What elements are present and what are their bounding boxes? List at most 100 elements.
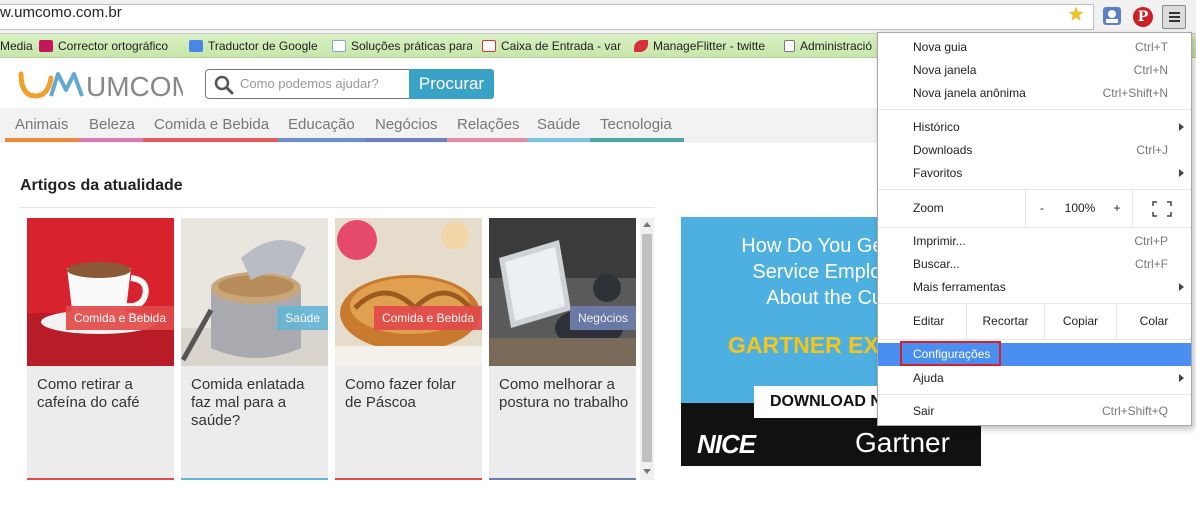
menu-label: Nova janela (913, 63, 977, 77)
card-title[interactable]: Como fazer folar de Páscoa (345, 376, 475, 412)
article-image-bread (335, 218, 482, 366)
zoom-label: Zoom (913, 201, 944, 215)
bookmark-traductor[interactable]: Traductor de Google (189, 37, 329, 55)
bookmark-corrector[interactable]: Corrector ortográfico (39, 37, 179, 55)
menu-label: Nova guia (913, 40, 968, 54)
nav-underline (447, 138, 527, 142)
menu-label: Nova janela anônima (913, 86, 1026, 100)
article-card[interactable]: Comida e Bebida Como fazer folar de Pásc… (335, 218, 482, 480)
menu-item-more-tools[interactable]: Mais ferramentas (878, 276, 1191, 299)
search-box[interactable]: Como podemos ajudar? (205, 69, 410, 99)
section-title: Artigos da atualidade (20, 177, 183, 194)
scroll-down-icon[interactable] (643, 469, 651, 474)
card-tag[interactable]: Comida e Bebida (373, 306, 482, 330)
article-card[interactable]: Comida e Bebida Como retirar a cafeína d… (27, 218, 174, 480)
menu-separator (878, 109, 1191, 110)
scroll-thumb[interactable] (642, 234, 652, 462)
submenu-arrow-icon (1179, 283, 1184, 291)
chrome-menu: Nova guia Ctrl+T Nova janela Ctrl+N Nova… (877, 32, 1192, 426)
menu-shortcut: Ctrl+Shift+Q (1101, 404, 1168, 418)
card-accent (335, 478, 482, 480)
nav-underline (5, 138, 79, 142)
menu-item-new-window[interactable]: Nova janela Ctrl+N (878, 59, 1191, 82)
card-title[interactable]: Comida enlatada faz mal para a saúde? (191, 376, 321, 430)
menu-separator (878, 227, 1191, 228)
menu-label: Ajuda (913, 371, 944, 385)
menu-separator (878, 339, 1191, 340)
extension-a-icon[interactable] (1102, 6, 1122, 26)
cut-button[interactable]: Recortar (966, 303, 1044, 339)
zoom-out-button[interactable]: - (1025, 189, 1058, 227)
browser-window: w.umcomo.com.br ★ P Media Corrector orto… (0, 0, 1196, 515)
search-input[interactable]: Como podemos ajudar? (240, 76, 379, 91)
article-card[interactable]: Negócios Como melhorar a postura no trab… (489, 218, 636, 480)
umcomo-logo[interactable]: UMCOMO (18, 66, 183, 104)
google-translate-icon (189, 40, 203, 52)
card-title[interactable]: Como retirar a cafeína do café (37, 376, 167, 412)
menu-label: Favoritos (913, 166, 963, 180)
nav-item-educacao[interactable]: Educação (288, 116, 355, 133)
bookmark-administracio[interactable]: Administració (784, 37, 878, 55)
chrome-menu-button[interactable] (1162, 5, 1186, 29)
nav-item-saude[interactable]: Saúde (537, 116, 580, 133)
paste-button[interactable]: Colar (1116, 303, 1191, 339)
card-tag[interactable]: Saúde (277, 306, 328, 330)
nav-item-relacoes[interactable]: Relações (457, 116, 520, 133)
bookmark-gmail[interactable]: Caixa de Entrada - var (482, 37, 622, 55)
menu-item-bookmarks[interactable]: Favoritos (878, 162, 1191, 185)
bookmark-manageflitter[interactable]: ManageFlitter - twitte (634, 37, 774, 55)
fullscreen-icon (1152, 201, 1172, 217)
pdf-icon (39, 40, 53, 52)
nav-underline (79, 138, 143, 142)
nav-underline (527, 138, 590, 142)
menu-item-print[interactable]: Imprimir... Ctrl+P (878, 230, 1191, 253)
menu-item-find[interactable]: Buscar... Ctrl+F (878, 253, 1191, 276)
menu-item-new-tab[interactable]: Nova guia Ctrl+T (878, 36, 1191, 59)
article-image-can (181, 218, 328, 366)
menu-item-help[interactable]: Ajuda (878, 367, 1191, 390)
bookmark-media[interactable]: Media (0, 37, 34, 55)
edit-row: Editar Recortar Copiar Colar (878, 303, 1191, 339)
page-icon (784, 40, 795, 52)
menu-item-history[interactable]: Histórico (878, 116, 1191, 139)
card-accent (181, 478, 328, 480)
nav-item-comida[interactable]: Comida e Bebida (154, 116, 269, 133)
copy-button[interactable]: Copiar (1044, 303, 1116, 339)
menu-label: Downloads (913, 143, 973, 157)
menu-separator (878, 394, 1191, 395)
search-button[interactable]: Procurar (409, 69, 494, 99)
umcomo-icon (332, 40, 346, 52)
bookmark-label: Traductor de Google (208, 39, 318, 53)
edit-label: Editar (913, 314, 945, 328)
url-field[interactable] (0, 4, 1094, 30)
nav-item-negocios[interactable]: Negócios (375, 116, 438, 133)
manageflitter-icon (634, 40, 648, 52)
card-accent (27, 478, 174, 480)
highlight-box (900, 341, 1001, 366)
cards-scrollbar[interactable] (640, 218, 654, 480)
bookmark-label: ManageFlitter - twitte (653, 39, 766, 53)
article-card[interactable]: Saúde Comida enlatada faz mal para a saú… (181, 218, 328, 480)
menu-shortcut: Ctrl+P (1134, 234, 1168, 248)
card-title[interactable]: Como melhorar a postura no trabalho (499, 376, 629, 412)
zoom-in-button[interactable]: + (1102, 189, 1132, 227)
search-icon (214, 75, 234, 95)
url-text[interactable]: w.umcomo.com.br (0, 4, 122, 21)
scroll-up-icon[interactable] (643, 222, 651, 227)
fullscreen-button[interactable] (1132, 189, 1191, 227)
pinterest-icon[interactable]: P (1133, 7, 1153, 27)
nav-item-tecnologia[interactable]: Tecnologia (600, 116, 672, 133)
menu-item-exit[interactable]: Sair Ctrl+Shift+Q (878, 400, 1191, 423)
logo-text: UMCOMO (86, 71, 183, 102)
menu-item-incognito[interactable]: Nova janela anônima Ctrl+Shift+N (878, 82, 1191, 105)
bookmark-solucoes[interactable]: Soluções práticas para (332, 37, 472, 55)
card-tag[interactable]: Negócios (569, 306, 636, 330)
card-tag[interactable]: Comida e Bebida (65, 306, 174, 330)
bookmark-star-icon[interactable]: ★ (1068, 4, 1084, 25)
menu-item-downloads[interactable]: Downloads Ctrl+J (878, 139, 1191, 162)
zoom-value: 100% (1064, 201, 1096, 215)
nav-item-beleza[interactable]: Beleza (89, 116, 135, 133)
nav-item-animais[interactable]: Animais (15, 116, 68, 133)
bookmark-label: Caixa de Entrada - var (501, 39, 622, 53)
article-image-laptop (489, 218, 636, 366)
